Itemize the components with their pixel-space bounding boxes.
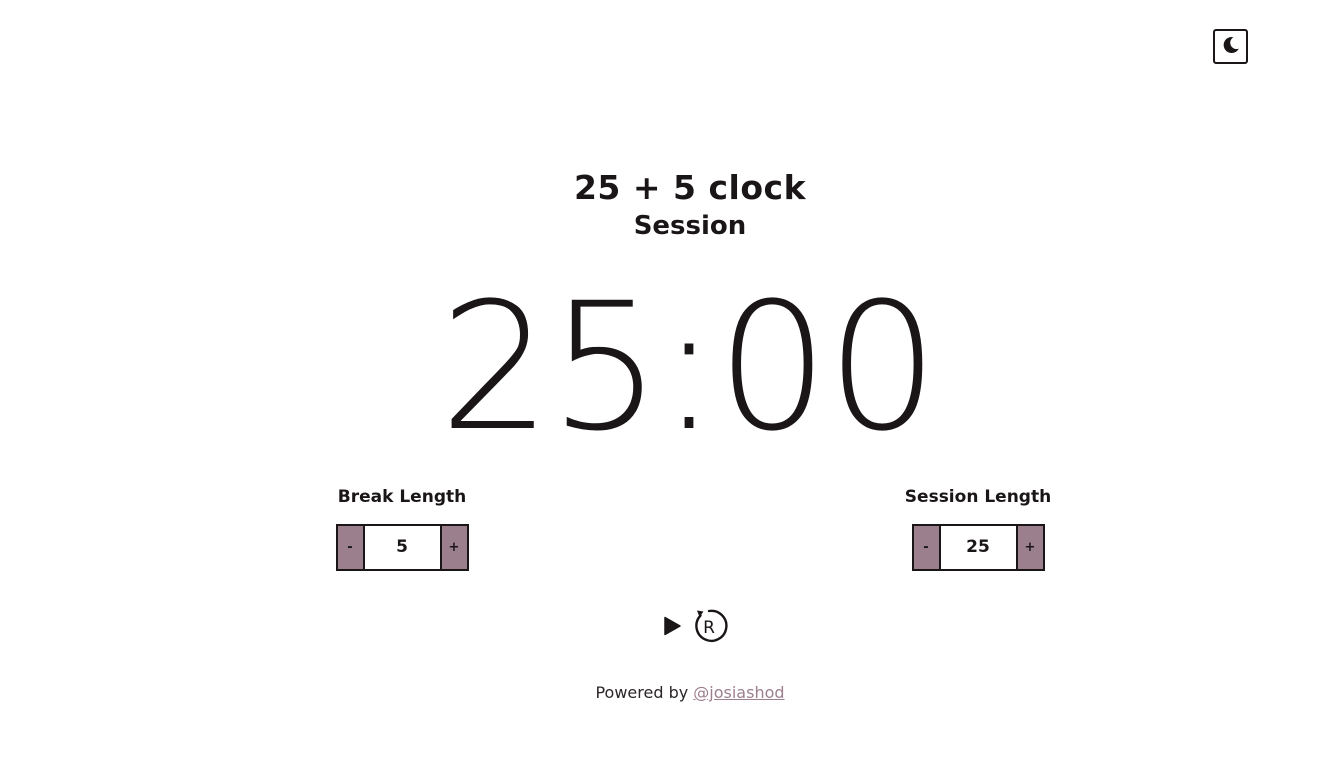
break-length-value: 5 <box>364 526 440 569</box>
session-decrement-button[interactable]: - <box>913 526 941 569</box>
footer-prefix: Powered by <box>595 683 694 702</box>
break-length-label: Break Length <box>337 487 467 507</box>
break-length-control: Break Length - 5 + <box>302 486 502 571</box>
footer: Powered by @josiashod <box>0 682 1344 704</box>
author-link[interactable]: @josiashod <box>693 683 784 702</box>
time-left-display: 25:00 <box>439 265 938 470</box>
session-length-label: Session Length <box>904 487 1052 507</box>
reset-icon: R <box>690 607 728 649</box>
play-icon <box>660 614 684 642</box>
start-stop-button[interactable] <box>660 614 684 642</box>
session-length-value: 25 <box>940 526 1016 569</box>
moon-icon <box>1221 35 1241 59</box>
session-length-control: Session Length - 25 + <box>878 486 1078 571</box>
session-increment-button[interactable]: + <box>1015 526 1043 569</box>
timer-actions: R <box>660 607 728 649</box>
page-title: 25 + 5 clock <box>573 168 807 207</box>
break-decrement-button[interactable]: - <box>337 526 365 569</box>
reset-letter: R <box>703 618 715 638</box>
break-length-stepper: - 5 + <box>335 524 469 571</box>
clock-page: 25 + 5 clock Session 25:00 Break Length … <box>0 0 1344 757</box>
break-increment-button[interactable]: + <box>439 526 467 569</box>
reset-button[interactable]: R <box>690 607 728 649</box>
session-length-stepper: - 25 + <box>911 524 1045 571</box>
theme-toggle-button[interactable] <box>1213 29 1248 64</box>
timer-label: Session <box>633 211 747 241</box>
